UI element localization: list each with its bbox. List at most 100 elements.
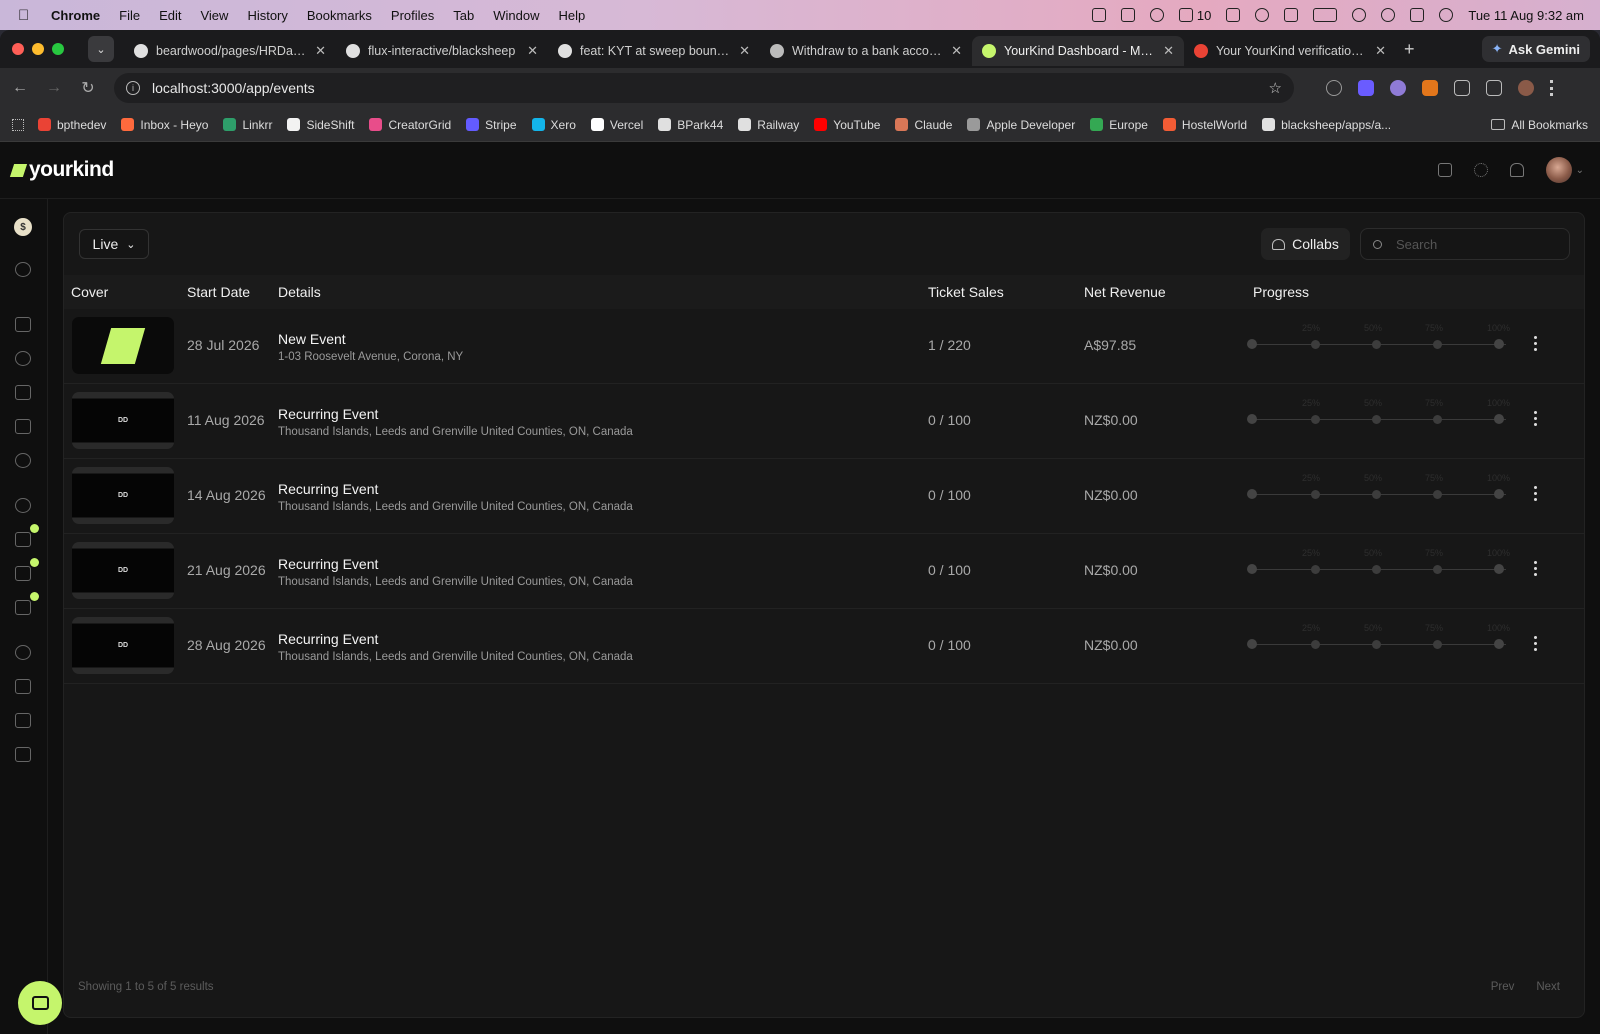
- bookmark-item[interactable]: Europe: [1090, 118, 1148, 132]
- browser-tab[interactable]: Withdraw to a bank account ✕: [760, 36, 972, 66]
- battery-icon[interactable]: [1313, 8, 1338, 22]
- row-actions-menu-icon[interactable]: [1534, 336, 1537, 351]
- pie-chart-icon[interactable]: [15, 645, 31, 660]
- card-icon[interactable]: [15, 592, 39, 615]
- bookmark-item[interactable]: Stripe: [466, 118, 517, 132]
- user-menu[interactable]: ⌄: [1545, 157, 1584, 183]
- bed-icon[interactable]: [1284, 8, 1299, 22]
- menu-window[interactable]: Window: [493, 8, 539, 23]
- row-actions-menu-icon[interactable]: [1534, 636, 1537, 651]
- browser-tab[interactable]: YourKind Dashboard - Mana ✕: [972, 36, 1184, 66]
- tab-search-button[interactable]: ⌄: [88, 36, 114, 62]
- sparkle-icon[interactable]: [1149, 8, 1164, 22]
- prev-page-button[interactable]: Prev: [1491, 981, 1515, 993]
- bookmark-star-icon[interactable]: ☆: [1269, 79, 1282, 97]
- apple-icon[interactable]: : [18, 7, 32, 24]
- menu-edit[interactable]: Edit: [159, 8, 181, 23]
- url-text[interactable]: localhost:3000/app/events: [152, 80, 315, 96]
- row-actions-menu-icon[interactable]: [1534, 486, 1537, 501]
- layout-icon[interactable]: [15, 524, 39, 547]
- play-icon[interactable]: [1255, 8, 1270, 22]
- bookmark-item[interactable]: Xero: [531, 118, 576, 132]
- menu-bookmarks[interactable]: Bookmarks: [307, 8, 372, 23]
- profile-avatar-icon[interactable]: [1518, 80, 1534, 96]
- bookmark-item[interactable]: YouTube: [814, 118, 880, 132]
- table-row[interactable]: DD 14 Aug 2026 Recurring Event Thousand Isl…: [64, 459, 1584, 534]
- menu-view[interactable]: View: [200, 8, 228, 23]
- event-name[interactable]: Recurring Event: [278, 556, 378, 572]
- back-arrow-icon[interactable]: ←: [12, 79, 28, 97]
- close-tab-icon[interactable]: ✕: [315, 43, 326, 59]
- menubar-app-name[interactable]: Chrome: [51, 8, 100, 23]
- browser-tab[interactable]: flux-interactive/blacksheep ✕: [336, 36, 548, 66]
- siri-icon[interactable]: [1439, 8, 1454, 22]
- next-page-button[interactable]: Next: [1536, 981, 1560, 993]
- forward-arrow-icon[interactable]: →: [46, 79, 62, 97]
- close-tab-icon[interactable]: ✕: [527, 43, 538, 59]
- sidebar-toggle-icon[interactable]: [1437, 163, 1452, 177]
- table-row[interactable]: DD 11 Aug 2026 Recurring Event Thousand Isl…: [64, 384, 1584, 459]
- ask-gemini-button[interactable]: ✦ Ask Gemini: [1481, 36, 1590, 62]
- close-tab-icon[interactable]: ✕: [1163, 43, 1174, 59]
- users-icon[interactable]: [15, 453, 31, 468]
- table-row[interactable]: 28 Jul 2026 New Event 1-03 Roosevelt Avenu…: [64, 309, 1584, 384]
- org-settings-icon[interactable]: [15, 262, 31, 277]
- reload-icon[interactable]: ↻: [80, 78, 96, 98]
- extensions-puzzle-icon[interactable]: [1486, 80, 1502, 96]
- extension-fox-icon[interactable]: [1422, 80, 1438, 96]
- browser-tab[interactable]: Your YourKind verification co ✕: [1184, 36, 1396, 66]
- robot-icon[interactable]: [15, 747, 31, 762]
- bookmark-item[interactable]: BPark44: [658, 118, 723, 132]
- wifi-icon[interactable]: [1352, 8, 1367, 22]
- menu-history[interactable]: History: [247, 8, 287, 23]
- theme-toggle-icon[interactable]: [1473, 163, 1488, 177]
- event-name[interactable]: Recurring Event: [278, 406, 378, 422]
- apps-grid-icon[interactable]: [12, 118, 24, 131]
- menu-tab[interactable]: Tab: [453, 8, 474, 23]
- close-tab-icon[interactable]: ✕: [951, 43, 962, 59]
- menu-help[interactable]: Help: [559, 8, 586, 23]
- browser-tab[interactable]: beardwood/pages/HRDashb ✕: [124, 36, 336, 66]
- support-chat-button[interactable]: [18, 981, 62, 1025]
- new-tab-button[interactable]: +: [1404, 39, 1415, 60]
- minimize-window-button[interactable]: [32, 43, 44, 55]
- bookmark-item[interactable]: Apple Developer: [967, 118, 1075, 132]
- ticket-icon[interactable]: [15, 385, 31, 400]
- row-actions-menu-icon[interactable]: [1534, 561, 1537, 576]
- table-row[interactable]: DD 28 Aug 2026 Recurring Event Thousand Isl…: [64, 609, 1584, 684]
- sliders-icon[interactable]: [15, 713, 31, 728]
- box-status[interactable]: 10: [1178, 8, 1211, 23]
- org-switcher-icon[interactable]: $: [14, 218, 32, 236]
- collabs-button[interactable]: Collabs: [1261, 228, 1350, 260]
- arrows-icon[interactable]: [1091, 8, 1106, 22]
- event-name[interactable]: New Event: [278, 331, 346, 347]
- palette-icon[interactable]: [15, 498, 31, 513]
- pen-icon[interactable]: [1226, 8, 1241, 22]
- table-row[interactable]: DD 21 Aug 2026 Recurring Event Thousand Isl…: [64, 534, 1584, 609]
- menu-file[interactable]: File: [119, 8, 140, 23]
- extension-shield-icon[interactable]: [1358, 80, 1374, 96]
- extension-globe-icon[interactable]: [1326, 80, 1342, 96]
- site-info-icon[interactable]: i: [126, 81, 140, 95]
- chat-bubble-icon[interactable]: [15, 351, 31, 366]
- home-icon[interactable]: [15, 317, 31, 332]
- close-tab-icon[interactable]: ✕: [1375, 43, 1386, 59]
- bookmark-item[interactable]: Railway: [738, 118, 799, 132]
- wallet-icon[interactable]: [15, 679, 31, 694]
- bookmark-item[interactable]: HostelWorld: [1162, 118, 1247, 132]
- event-name[interactable]: Recurring Event: [278, 631, 378, 647]
- bookmark-item[interactable]: Claude: [895, 118, 952, 132]
- browser-tab[interactable]: feat: KYT at sweep boundary ✕: [548, 36, 760, 66]
- bookmark-item[interactable]: blacksheep/apps/a...: [1262, 118, 1391, 132]
- search-input[interactable]: Search: [1396, 237, 1437, 252]
- document-icon[interactable]: [15, 558, 39, 581]
- bookmark-item[interactable]: bpthedev: [38, 118, 106, 132]
- bookmark-item[interactable]: SideShift: [287, 118, 354, 132]
- zoom-window-button[interactable]: [52, 43, 64, 55]
- menu-profiles[interactable]: Profiles: [391, 8, 434, 23]
- bookmark-item[interactable]: Linkrr: [223, 118, 272, 132]
- close-tab-icon[interactable]: ✕: [739, 43, 750, 59]
- address-bar[interactable]: i localhost:3000/app/events ☆: [114, 73, 1294, 103]
- megaphone-icon[interactable]: [15, 419, 31, 434]
- status-filter-select[interactable]: Live ⌄: [79, 229, 149, 259]
